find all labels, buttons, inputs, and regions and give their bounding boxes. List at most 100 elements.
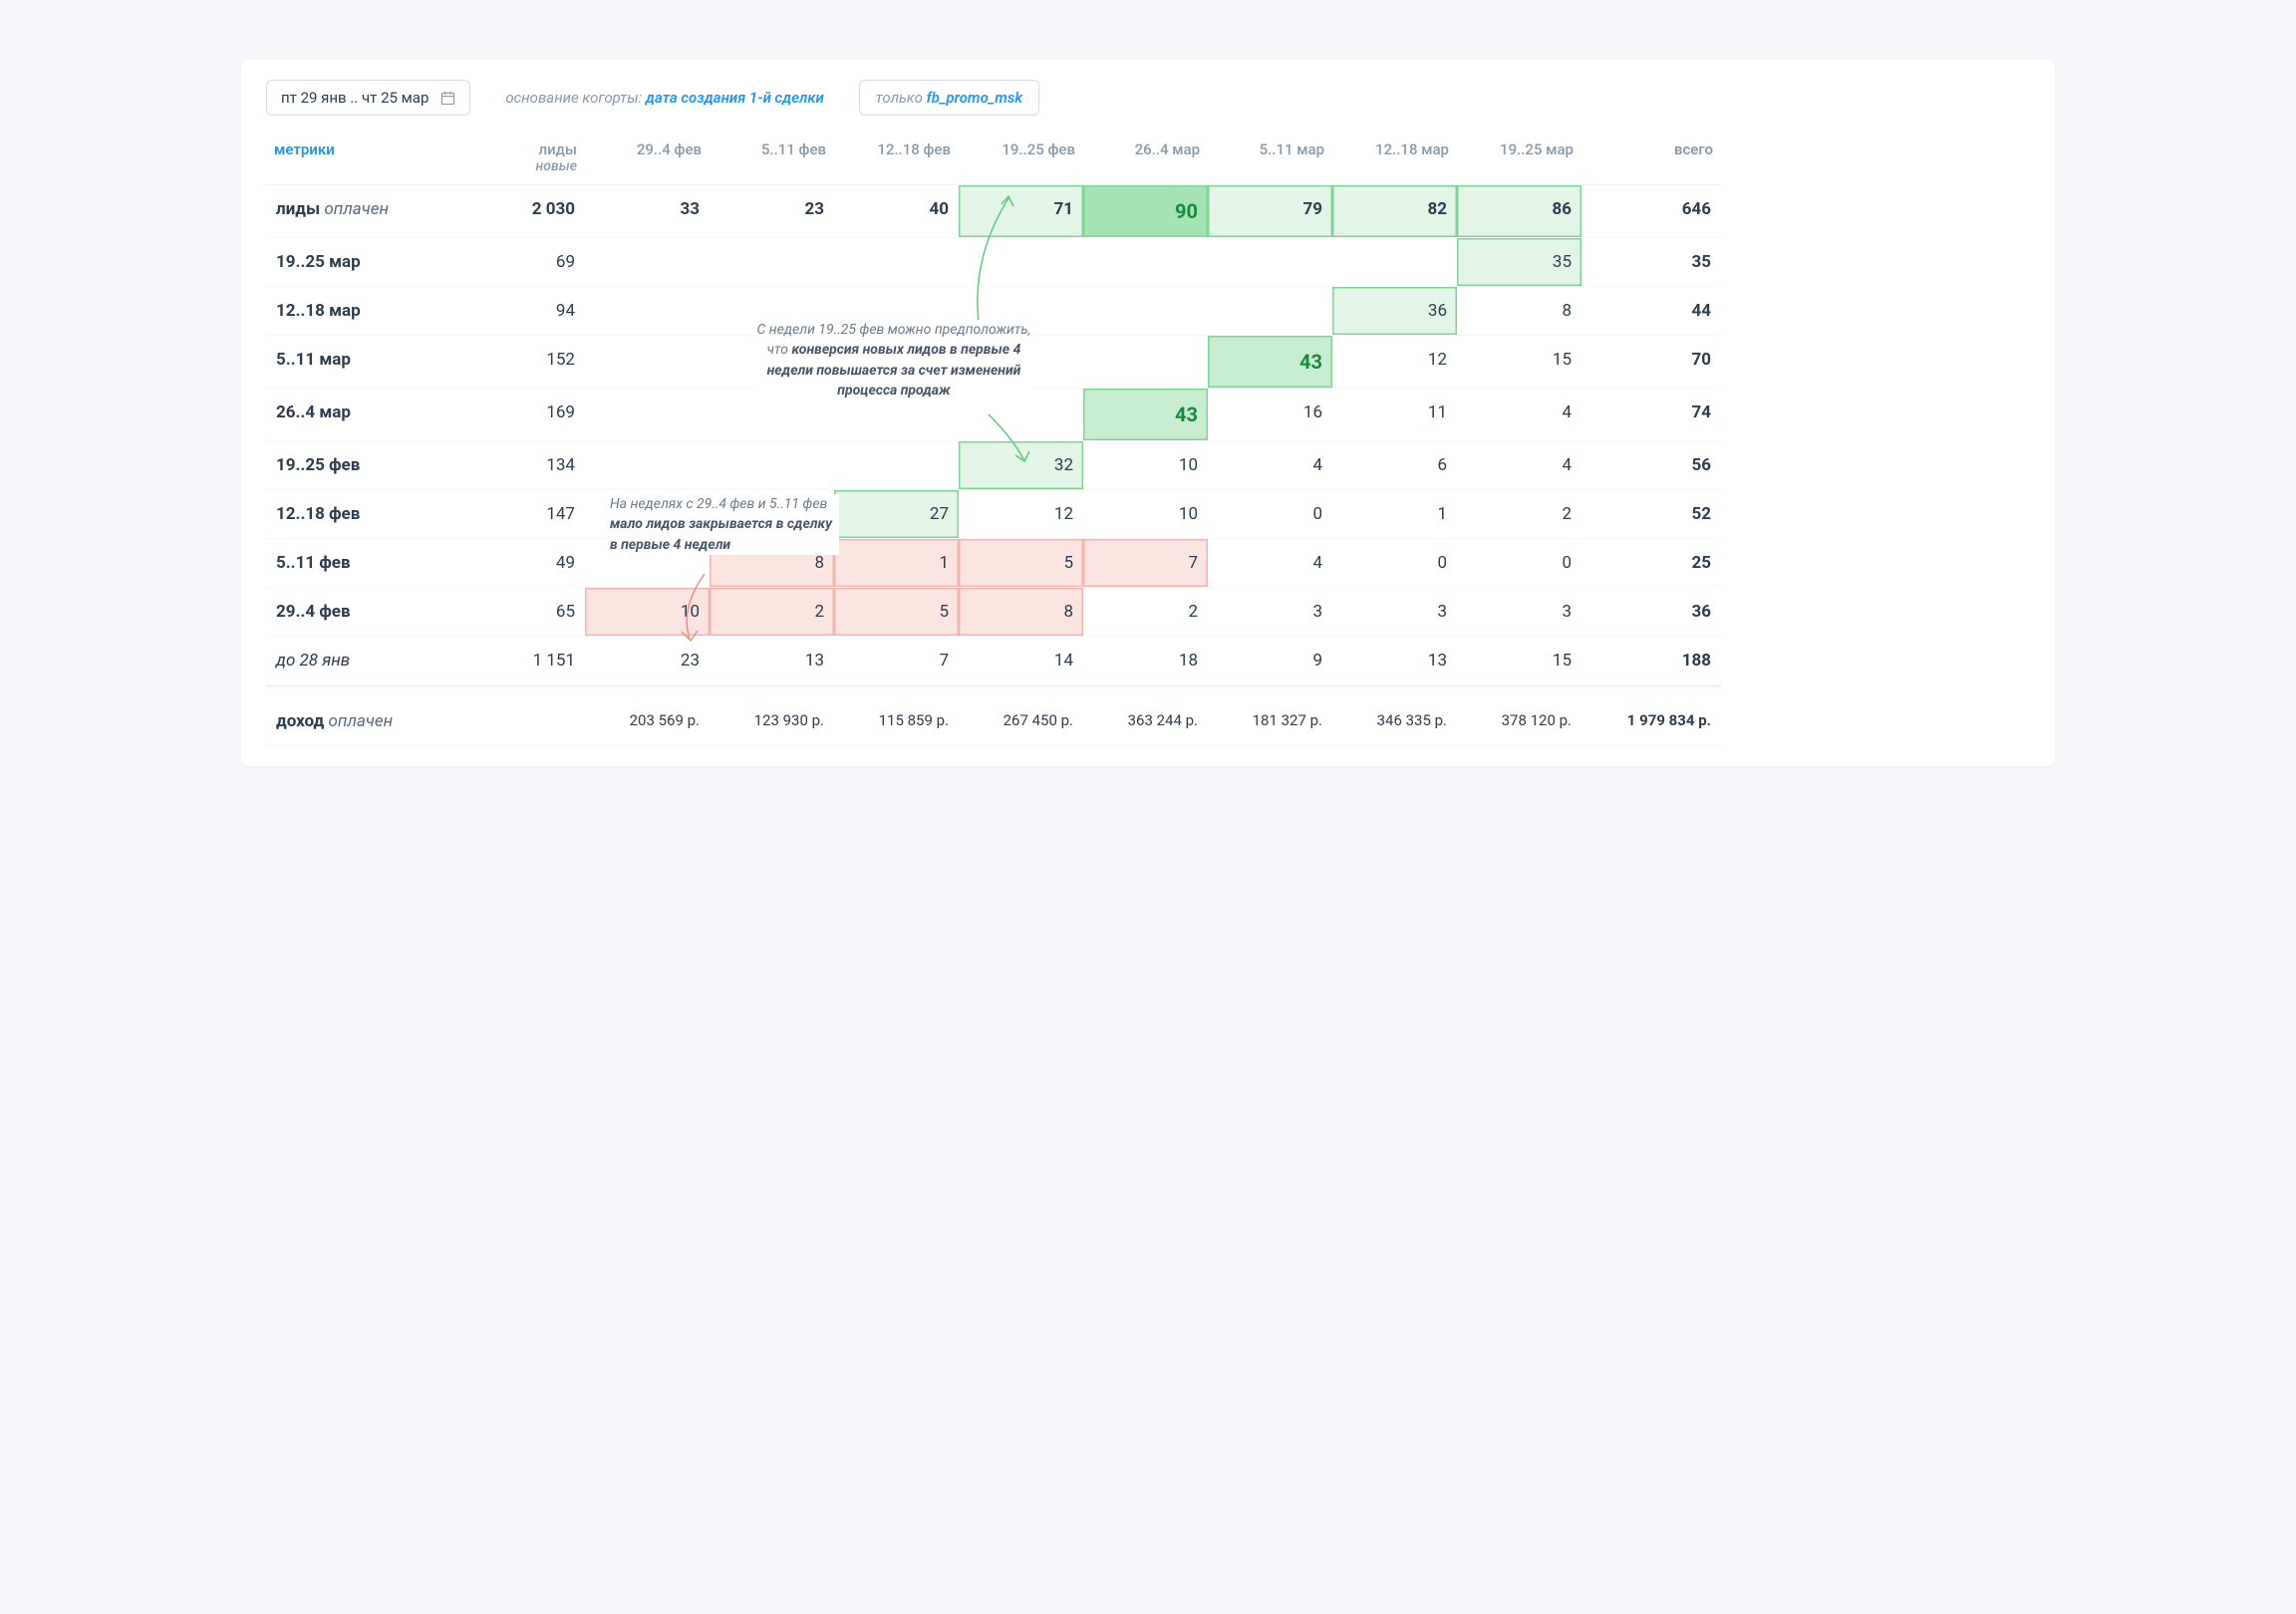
revenue-cell: 363 244 р.	[1083, 685, 1208, 746]
row-cell	[585, 238, 710, 287]
row-leads: 94	[465, 287, 585, 336]
row-leads: 169	[465, 389, 585, 441]
row-cell	[585, 336, 710, 389]
revenue-cell: 378 120 р.	[1457, 685, 1581, 746]
row-cell: 3	[1332, 588, 1457, 637]
row-cell	[585, 441, 710, 490]
row-cell: 35	[1457, 238, 1581, 287]
row-leads: 69	[465, 238, 585, 287]
revenue-label-text: доход	[276, 711, 324, 731]
row-cell	[834, 287, 959, 336]
calendar-icon	[440, 91, 455, 106]
row-cell: 11	[1332, 389, 1457, 441]
row-cell: 5	[834, 588, 959, 637]
row-cell: 7	[1083, 539, 1208, 588]
row-cell	[585, 539, 710, 588]
row-cell: 5	[959, 539, 1083, 588]
row-total: 188	[1581, 637, 1721, 685]
row-cell	[834, 389, 959, 441]
date-range-picker[interactable]: пт 29 янв .. чт 25 мар	[266, 80, 470, 116]
totals-total: 646	[1581, 185, 1721, 238]
revenue-label: доход оплачен	[266, 685, 465, 746]
row-leads: 1 151	[465, 637, 585, 685]
header-metrics[interactable]: метрики	[266, 131, 465, 185]
revenue-cell: 123 930 р.	[710, 685, 834, 746]
revenue-cell: 346 335 р.	[1332, 685, 1457, 746]
row-cell: 2	[1083, 588, 1208, 637]
row-cell: 27	[834, 490, 959, 539]
row-cell	[710, 287, 834, 336]
row-cell	[959, 389, 1083, 441]
controls-bar: пт 29 янв .. чт 25 мар основание когорты…	[266, 80, 2030, 116]
row-cell: 3	[1208, 588, 1332, 637]
revenue-cell: 203 569 р.	[585, 685, 710, 746]
totals-cell: 86	[1457, 185, 1581, 238]
row-total: 36	[1581, 588, 1721, 637]
totals-cell: 90	[1083, 185, 1208, 238]
row-leads: 134	[465, 441, 585, 490]
row-cell: 6	[1332, 441, 1457, 490]
row-cell	[710, 490, 834, 539]
row-cell: 36	[1332, 287, 1457, 336]
row-leads: 147	[465, 490, 585, 539]
row-total: 74	[1581, 389, 1721, 441]
header-period: 5..11 мар	[1208, 131, 1332, 185]
row-cell: 7	[834, 637, 959, 685]
row-cell	[710, 336, 834, 389]
row-cell	[834, 441, 959, 490]
row-cell: 8	[1457, 287, 1581, 336]
row-cell: 8	[959, 588, 1083, 637]
row-cell: 13	[710, 637, 834, 685]
row-label: 29..4 фев	[266, 588, 465, 637]
row-cell	[1083, 287, 1208, 336]
cohort-basis-value: дата создания 1-й сделки	[646, 89, 824, 107]
date-range-label: пт 29 янв .. чт 25 мар	[281, 89, 429, 107]
row-cell: 14	[959, 637, 1083, 685]
header-total: всего	[1581, 131, 1721, 185]
header-period: 12..18 мар	[1332, 131, 1457, 185]
revenue-total: 1 979 834 р.	[1581, 685, 1721, 746]
totals-cell: 23	[710, 185, 834, 238]
row-cell	[585, 287, 710, 336]
row-cell: 0	[1208, 490, 1332, 539]
row-cell: 0	[1457, 539, 1581, 588]
row-cell: 18	[1083, 637, 1208, 685]
row-cell: 9	[1208, 637, 1332, 685]
revenue-cell: 115 859 р.	[834, 685, 959, 746]
row-total: 56	[1581, 441, 1721, 490]
row-cell	[1332, 238, 1457, 287]
row-cell: 1	[834, 539, 959, 588]
totals-cell: 71	[959, 185, 1083, 238]
row-cell	[959, 238, 1083, 287]
row-cell	[1208, 238, 1332, 287]
totals-cell: 40	[834, 185, 959, 238]
filter-value: fb_promo_msk	[927, 89, 1022, 107]
row-cell: 0	[1332, 539, 1457, 588]
row-cell	[834, 336, 959, 389]
header-period: 5..11 фев	[710, 131, 834, 185]
row-cell	[959, 287, 1083, 336]
row-cell: 43	[1083, 389, 1208, 441]
row-label: 19..25 мар	[266, 238, 465, 287]
row-cell	[585, 490, 710, 539]
totals-cell: 79	[1208, 185, 1332, 238]
row-total: 70	[1581, 336, 1721, 389]
totals-cell: 82	[1332, 185, 1457, 238]
row-label: 5..11 фев	[266, 539, 465, 588]
row-cell	[834, 238, 959, 287]
cohort-grid: метрики лиды новые 29..4 фев 5..11 фев 1…	[266, 131, 2030, 746]
header-period: 19..25 фев	[959, 131, 1083, 185]
filter-label: только	[876, 89, 923, 107]
row-cell: 10	[585, 588, 710, 637]
row-cell: 4	[1457, 389, 1581, 441]
filter-pill[interactable]: только fb_promo_msk	[859, 80, 1039, 116]
cohort-report-card: пт 29 янв .. чт 25 мар основание когорты…	[241, 60, 2055, 766]
totals-cell: 33	[585, 185, 710, 238]
row-cell: 4	[1208, 539, 1332, 588]
row-cell: 15	[1457, 637, 1581, 685]
row-cell	[710, 441, 834, 490]
header-leads-label: лиды	[539, 140, 578, 158]
cohort-basis-control[interactable]: основание когорты: дата создания 1-й сде…	[505, 81, 823, 115]
row-cell: 2	[710, 588, 834, 637]
row-cell: 8	[710, 539, 834, 588]
